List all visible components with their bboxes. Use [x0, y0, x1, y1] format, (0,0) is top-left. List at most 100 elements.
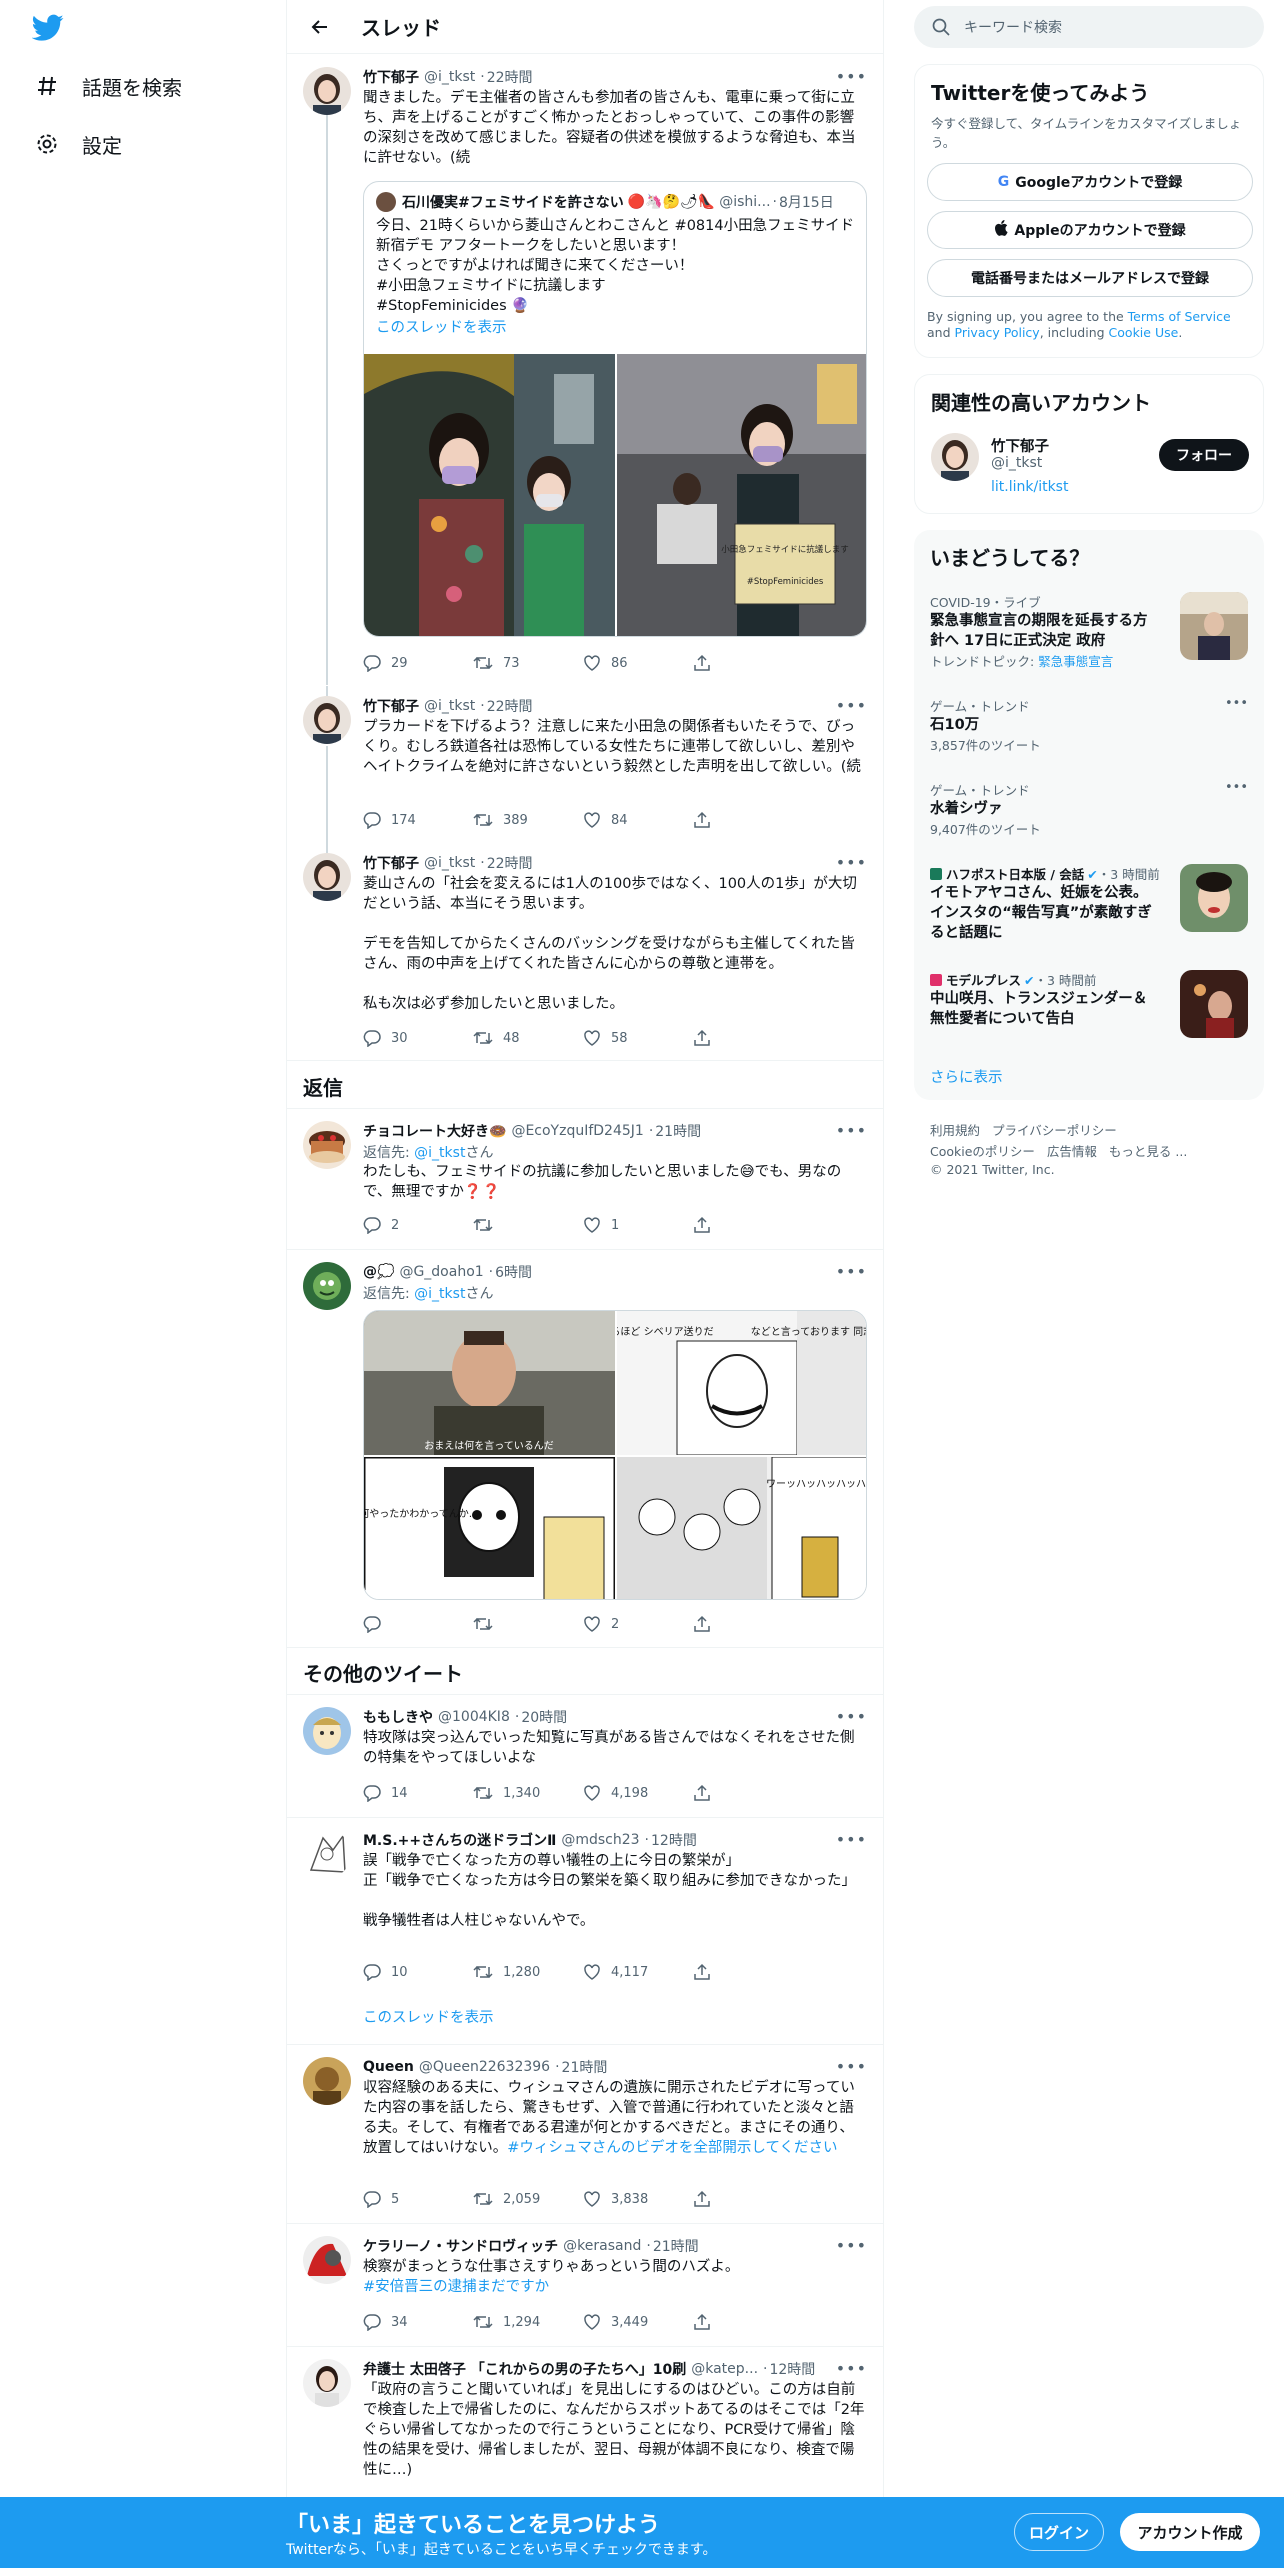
share-button[interactable]	[693, 654, 803, 672]
reply-photo-1[interactable]: おまえは何を言っているんだ	[364, 1311, 615, 1455]
quoted-photo-1[interactable]	[364, 354, 615, 636]
footer-link[interactable]: もっと見る ...	[1109, 1144, 1187, 1159]
like-button[interactable]: 4,198	[583, 1784, 693, 1802]
avatar[interactable]	[303, 1262, 351, 1310]
more-icon[interactable]: •••	[836, 1121, 867, 1140]
share-button[interactable]	[693, 2313, 803, 2331]
avatar[interactable]	[931, 433, 979, 481]
more-icon[interactable]: •••	[836, 2359, 867, 2378]
google-signup-button[interactable]: G Googleアカウントで登録	[927, 163, 1253, 201]
tweet-time[interactable]: 21時間	[653, 2236, 699, 2256]
avatar[interactable]	[303, 1121, 351, 1169]
footer-link[interactable]: プライバシーポリシー	[992, 1123, 1117, 1138]
share-button[interactable]	[693, 2190, 803, 2208]
retweet-button[interactable]: 2,059	[473, 2190, 583, 2208]
author-name[interactable]: 弁護士 太田啓子 「これからの男の子たちへ」10刷	[363, 2359, 686, 2379]
retweet-button[interactable]	[473, 1615, 583, 1633]
relevant-link[interactable]: lit.link/itkst	[991, 479, 1068, 495]
show-more-link[interactable]: さらに表示	[930, 1066, 1003, 1087]
reply-button[interactable]: 14	[363, 1784, 473, 1802]
retweet-button[interactable]	[473, 1216, 583, 1234]
retweet-button[interactable]: 73	[473, 654, 583, 672]
author-name[interactable]: 竹下郁子	[363, 853, 419, 873]
share-button[interactable]	[693, 1784, 803, 1802]
show-thread-link[interactable]: このスレッドを表示	[363, 2006, 494, 2027]
reply-button[interactable]: 29	[363, 654, 473, 672]
reply-tweet[interactable]: チョコレート大好き🍩 @EcoYzquIfD245J1 · 21時間 ••• 返…	[287, 1109, 883, 1249]
reply-tweet[interactable]: @💭 @G_doaho1 · 6時間 ••• 返信先: @i_tkstさん おま…	[287, 1250, 883, 1647]
trend-item[interactable]: モデルプレス ✔・3 時間前 中山咲月、トランスジェンダー＆無性愛者について告白	[930, 970, 1248, 1038]
like-button[interactable]: 58	[583, 1029, 693, 1047]
author-handle[interactable]: @Queen22632396	[419, 2059, 550, 2075]
reply-button[interactable]: 174	[363, 811, 473, 829]
search-box[interactable]: キーワード検索	[914, 6, 1264, 48]
like-button[interactable]: 4,117	[583, 1963, 693, 1981]
quoted-tweet[interactable]: 石川優実#フェミサイドを許さない 🔴🦄🤔🌶👠 @ishi... · 8月15日 …	[363, 181, 867, 637]
reply-photo-2[interactable]: などと言っております 同志スターリン なるほど シベリア送りだ	[617, 1311, 866, 1455]
author-name[interactable]: Queen	[363, 2059, 414, 2075]
reply-photo-4[interactable]: ワーッハッハッハッハ!!	[617, 1457, 866, 1599]
share-button[interactable]	[693, 1615, 803, 1633]
trend-item[interactable]: ハフポスト日本版 / 会話 ✔・3 時間前 イモトアヤコさん、妊娠を公表。インスタ…	[930, 864, 1248, 943]
avatar[interactable]	[303, 853, 351, 901]
tweet-time[interactable]: 22時間	[487, 67, 533, 87]
tweet-time[interactable]: 21時間	[562, 2057, 608, 2077]
footer-link[interactable]: 広告情報	[1047, 1144, 1097, 1159]
tweet-time[interactable]: 21時間	[655, 1121, 701, 1141]
twitter-logo-icon[interactable]	[31, 14, 64, 42]
reply-button[interactable]: 5	[363, 2190, 473, 2208]
like-button[interactable]: 3,838	[583, 2190, 693, 2208]
share-button[interactable]	[693, 1029, 803, 1047]
retweet-button[interactable]: 48	[473, 1029, 583, 1047]
retweet-button[interactable]: 389	[473, 811, 583, 829]
search-input[interactable]: キーワード検索	[964, 17, 1062, 37]
avatar[interactable]	[303, 1830, 351, 1878]
avatar[interactable]	[303, 696, 351, 744]
author-name[interactable]: チョコレート大好き🍩	[363, 1121, 506, 1141]
author-handle[interactable]: @mdsch23	[561, 1832, 639, 1848]
author-handle[interactable]: @i_tkst	[424, 855, 475, 871]
author-handle[interactable]: @i_tkst	[424, 698, 475, 714]
nav-explore[interactable]: 話題を検索	[32, 66, 182, 106]
cookie-link[interactable]: Cookie Use	[1109, 325, 1179, 340]
author-name[interactable]: 竹下郁子	[363, 67, 419, 87]
reply-button[interactable]: 34	[363, 2313, 473, 2331]
tweet-time[interactable]: 6時間	[495, 1262, 532, 1282]
author-handle[interactable]: @EcoYzquIfD245J1	[511, 1123, 643, 1139]
tweet-time[interactable]: 22時間	[487, 696, 533, 716]
author-handle[interactable]: @i_tkst	[424, 69, 475, 85]
author-name[interactable]: @💭	[363, 1264, 394, 1280]
more-icon[interactable]: •••	[1225, 780, 1248, 795]
privacy-link[interactable]: Privacy Policy	[955, 325, 1040, 340]
tweet-time[interactable]: 12時間	[769, 2359, 815, 2379]
more-icon[interactable]: •••	[836, 67, 867, 86]
like-button[interactable]: 3,449	[583, 2313, 693, 2331]
share-button[interactable]	[693, 1963, 803, 1981]
trend-topic-link[interactable]: 緊急事態宣言	[1038, 654, 1113, 669]
recommended-tweet[interactable]: 弁護士 太田啓子 「これからの男の子たちへ」10刷 @katep... · 12…	[287, 2347, 883, 2497]
reply-to-handle[interactable]: @i_tkst	[414, 1145, 465, 1161]
tweet-time[interactable]: 20時間	[521, 1707, 567, 1727]
share-button[interactable]	[693, 1216, 803, 1234]
retweet-button[interactable]: 1,294	[473, 2313, 583, 2331]
recommended-tweet[interactable]: ケラリーノ・サンドロヴィッチ @kerasand · 21時間 ••• 検察がま…	[287, 2224, 883, 2346]
terms-link[interactable]: Terms of Service	[1128, 309, 1231, 324]
more-icon[interactable]: •••	[836, 853, 867, 872]
like-button[interactable]: 1	[583, 1216, 693, 1234]
more-icon[interactable]: •••	[836, 696, 867, 715]
reply-button[interactable]: 2	[363, 1216, 473, 1234]
back-arrow-icon[interactable]	[303, 10, 337, 44]
reply-to-handle[interactable]: @i_tkst	[414, 1286, 465, 1302]
more-icon[interactable]: •••	[836, 1830, 867, 1849]
more-icon[interactable]: •••	[836, 1707, 867, 1726]
follow-button[interactable]: フォロー	[1159, 439, 1249, 471]
author-name[interactable]: ケラリーノ・サンドロヴィッチ	[363, 2236, 558, 2256]
recommended-tweet[interactable]: Queen @Queen22632396 · 21時間 ••• 収容経験のある夫…	[287, 2045, 883, 2223]
create-account-button[interactable]: アカウント作成	[1120, 2513, 1260, 2551]
more-icon[interactable]: •••	[836, 2057, 867, 2076]
more-icon[interactable]: •••	[836, 1262, 867, 1281]
relevant-handle[interactable]: @i_tkst	[991, 455, 1042, 471]
thread-tweet[interactable]: 竹下郁子 @i_tkst · 22時間 ••• 聞きました。デモ主催者の皆さんも…	[287, 55, 883, 685]
avatar[interactable]	[303, 2359, 351, 2407]
like-button[interactable]: 2	[583, 1615, 693, 1633]
